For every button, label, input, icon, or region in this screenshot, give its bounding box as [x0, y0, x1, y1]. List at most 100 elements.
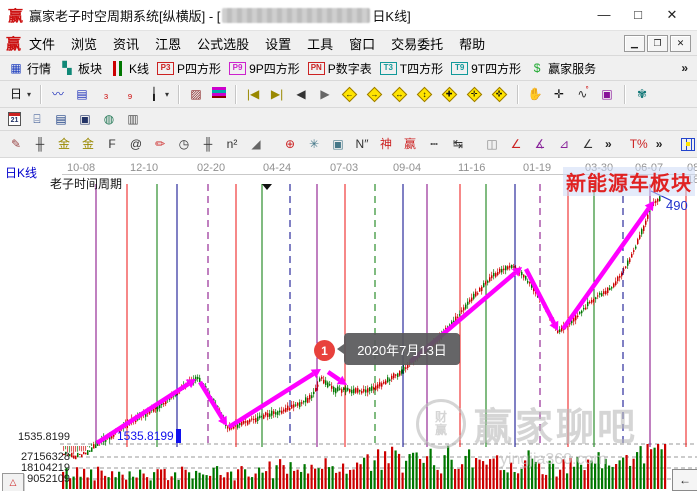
- percent-retrace-tool[interactable]: T%: [628, 136, 650, 153]
- spiral-tool[interactable]: @: [125, 136, 147, 153]
- star-rays-tool[interactable]: ✳: [303, 136, 325, 153]
- minimize-button[interactable]: —: [587, 7, 621, 23]
- kline-button[interactable]: K线: [107, 59, 152, 78]
- period-day-selector[interactable]: 日▾: [5, 86, 34, 103]
- menu-item-help[interactable]: 帮助: [451, 31, 493, 56]
- diamond-center-button[interactable]: ✚: [438, 86, 461, 103]
- menu-item-formula-pick[interactable]: 公式选股: [189, 31, 257, 56]
- pencil-tool[interactable]: ✎: [5, 136, 27, 153]
- t9-square-button[interactable]: T99T四方形: [448, 59, 524, 78]
- candle-style-button[interactable]: ╽▾: [143, 86, 172, 103]
- diamond-right-button-icon: →: [367, 86, 383, 102]
- zigzag-mark-button[interactable]: ∿: [572, 86, 594, 103]
- toolbar4-overflow2[interactable]: »: [652, 137, 667, 151]
- winner-service-button[interactable]: $赢家服务: [526, 59, 599, 78]
- menu-item-window[interactable]: 窗口: [341, 31, 383, 56]
- calendar-button[interactable]: 21: [5, 111, 24, 127]
- close-button[interactable]: ✕: [655, 7, 689, 23]
- calculator-button[interactable]: ⌸: [26, 111, 48, 128]
- shen-grid-tool[interactable]: 神: [375, 136, 397, 153]
- f-grid-tool[interactable]: F: [101, 136, 123, 153]
- diamond-expand-button[interactable]: ✛: [463, 86, 486, 103]
- sectors-button[interactable]: ▚板块: [56, 59, 105, 78]
- menu-item-trade[interactable]: 交易委托: [383, 31, 451, 56]
- span-arrows-tool[interactable]: ↹: [447, 136, 469, 153]
- diamond-hmove-button[interactable]: ↔: [388, 86, 411, 103]
- t-square-button[interactable]: T3T四方形: [377, 59, 446, 78]
- chart-area[interactable]: 日K线 老子时间周期 新能源车板块 490 1535.8199 1535.819…: [0, 158, 697, 491]
- target-circle-tool[interactable]: ⊕: [279, 136, 301, 153]
- date-label: 11-16: [458, 162, 485, 174]
- p9-square-button[interactable]: P99P四方形: [226, 59, 303, 78]
- box-gann-tool[interactable]: ◫: [481, 136, 503, 153]
- angle-ruler-tool[interactable]: ◢: [245, 136, 267, 153]
- purple-fan-tool[interactable]: ∡: [529, 136, 551, 153]
- diamond-left-button[interactable]: ←: [338, 86, 361, 103]
- n2-grid-tool[interactable]: n²: [221, 136, 243, 153]
- teal-analysis-button[interactable]: ✾: [631, 86, 653, 103]
- mdi-close-button[interactable]: ✕: [670, 35, 691, 52]
- nav-next-button[interactable]: ▶: [314, 86, 336, 103]
- gann-grid-tool[interactable]: ╫: [29, 136, 51, 153]
- ruler-123-tool-icon: ┉: [426, 137, 442, 152]
- menu-item-gann[interactable]: 江恩: [147, 31, 189, 56]
- nav-prev-button[interactable]: ◀: [290, 86, 312, 103]
- ruler-123-tool[interactable]: ┉: [423, 136, 445, 153]
- gold-grid-tool[interactable]: 金: [53, 136, 75, 153]
- dark-pattern-button[interactable]: ▨: [185, 86, 207, 103]
- p-digit-button[interactable]: PNP数字表: [305, 59, 375, 78]
- gold-grid2-tool-icon: 金: [80, 137, 96, 152]
- gann-grid-tool-icon: ╫: [32, 137, 48, 152]
- print-button[interactable]: ▥: [122, 111, 144, 128]
- menu-item-settings[interactable]: 设置: [257, 31, 299, 56]
- diamond-vmove-button[interactable]: ↕: [413, 86, 436, 103]
- clock-cycle-tool[interactable]: ◷: [173, 136, 195, 153]
- menu-items: 文件浏览资讯江恩公式选股设置工具窗口交易委托帮助: [21, 31, 493, 56]
- hand-tool-button[interactable]: ✋: [524, 86, 546, 103]
- ying-lines-tool[interactable]: 赢: [399, 136, 421, 153]
- bars9-button[interactable]: ₉: [119, 86, 141, 103]
- box-rays-tool[interactable]: ▣: [327, 136, 349, 153]
- red-fan-tool[interactable]: ∠: [505, 136, 527, 153]
- volume-pane-toggle-button[interactable]: △: [2, 473, 24, 491]
- menu-item-file[interactable]: 文件: [21, 31, 63, 56]
- red-pencil-tool[interactable]: ✏: [149, 136, 171, 153]
- menu-item-news[interactable]: 资讯: [105, 31, 147, 56]
- toolbar1-overflow[interactable]: »: [677, 61, 692, 75]
- diamond-right-button[interactable]: →: [363, 86, 386, 103]
- nav-first-button[interactable]: |◀: [242, 86, 264, 103]
- dark-pattern-button-icon: ▨: [188, 87, 204, 102]
- window-title-prefix: 赢家老子时空周期系统[纵横版] - [: [29, 6, 220, 25]
- nav-last-button[interactable]: ▶|: [266, 86, 288, 103]
- candle-style-button-icon: ╽: [146, 87, 162, 102]
- mdi-restore-button[interactable]: ❐: [647, 35, 668, 52]
- numbered-marker-badge[interactable]: 1: [314, 340, 335, 361]
- pattern-zone-button[interactable]: 〰: [47, 86, 69, 103]
- histogram-button[interactable]: [209, 86, 229, 103]
- info-doc-button[interactable]: ▤: [71, 86, 93, 103]
- purple-fanbox-tool[interactable]: ⊿: [553, 136, 575, 153]
- diamond-all-button[interactable]: ✜: [488, 86, 511, 103]
- purple-box-tool-button[interactable]: ▣: [596, 86, 618, 103]
- p-square-button[interactable]: P3P四方形: [154, 59, 224, 78]
- gold-grid2-tool[interactable]: 金: [77, 136, 99, 153]
- maximize-button[interactable]: □: [621, 7, 655, 23]
- scroll-left-button[interactable]: ←: [672, 469, 697, 491]
- pattern-zone-button-icon: 〰: [50, 87, 66, 102]
- menu-item-browse[interactable]: 浏览: [63, 31, 105, 56]
- nav-next-button-icon: ▶: [317, 87, 333, 102]
- web-lookup-button[interactable]: ◍: [98, 111, 120, 128]
- bars3-button[interactable]: ₃: [95, 86, 117, 103]
- diamond-hmove-button-icon: ↔: [392, 86, 408, 102]
- quotes-button[interactable]: ▦行情: [5, 59, 54, 78]
- n-wave-tool[interactable]: Ν″: [351, 136, 373, 153]
- black-fan-tool[interactable]: ∠: [577, 136, 599, 153]
- menu-item-tools[interactable]: 工具: [299, 31, 341, 56]
- notepad-button[interactable]: ▤: [50, 111, 72, 128]
- mdi-minimize-button[interactable]: ▁: [624, 35, 645, 52]
- crosshair-tool-button[interactable]: ✛: [548, 86, 570, 103]
- grid-tool[interactable]: ╫: [197, 136, 219, 153]
- save-button[interactable]: ▣: [74, 111, 96, 128]
- toolbar4-overflow[interactable]: »: [601, 137, 616, 151]
- grid-highlight-tool[interactable]: [678, 137, 697, 152]
